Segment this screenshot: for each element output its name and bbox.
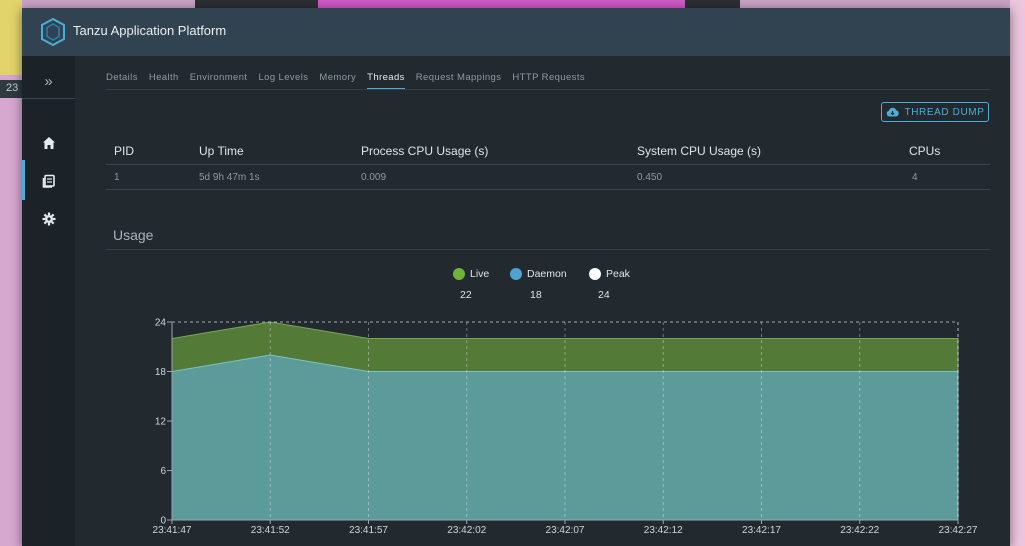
y-tick-label: 12 (155, 417, 167, 428)
x-tick-label: 23:42:17 (742, 525, 781, 536)
x-tick-label: 23:42:07 (546, 525, 585, 536)
tanzu-logo-icon (41, 17, 65, 47)
catalog-icon[interactable] (22, 166, 75, 194)
usage-chart: 0612182423:41:47 23:41:52 23:41:57 23:42:02… (153, 318, 978, 537)
x-tick-label: 23:42:02 (447, 525, 486, 536)
x-tick-label: 23:42:12 (644, 525, 683, 536)
settings-gear-icon[interactable] (22, 204, 75, 232)
x-tick-label: 23:42:27 (939, 525, 978, 536)
desktop-left-strip (0, 75, 22, 546)
x-tick-label: 23:42:22 (840, 525, 879, 536)
x-tick-label: 23:41:52 (251, 525, 290, 536)
y-tick-label: 18 (155, 367, 167, 378)
expand-nav-icon[interactable]: » (22, 66, 75, 99)
app-header: Tanzu Application Platform (22, 8, 1010, 56)
desktop-yellow-window (0, 0, 22, 75)
y-tick-label: 24 (155, 318, 167, 329)
y-tick-label: 6 (160, 466, 166, 477)
main-content: Details Health Environment Log Levels Memory… (75, 56, 1010, 546)
app-title: Tanzu Application Platform (73, 23, 227, 38)
desktop-left-text: 23 (6, 82, 19, 94)
x-tick-label: 23:41:47 (153, 525, 192, 536)
home-icon[interactable] (22, 128, 75, 156)
desktop-pink-window (318, 0, 685, 8)
x-tick-label: 23:41:57 (349, 525, 388, 536)
side-nav: » (22, 56, 75, 546)
desktop-right-strip (1010, 0, 1025, 546)
app-window: Tanzu Application Platform » Details Heal… (22, 8, 1010, 546)
